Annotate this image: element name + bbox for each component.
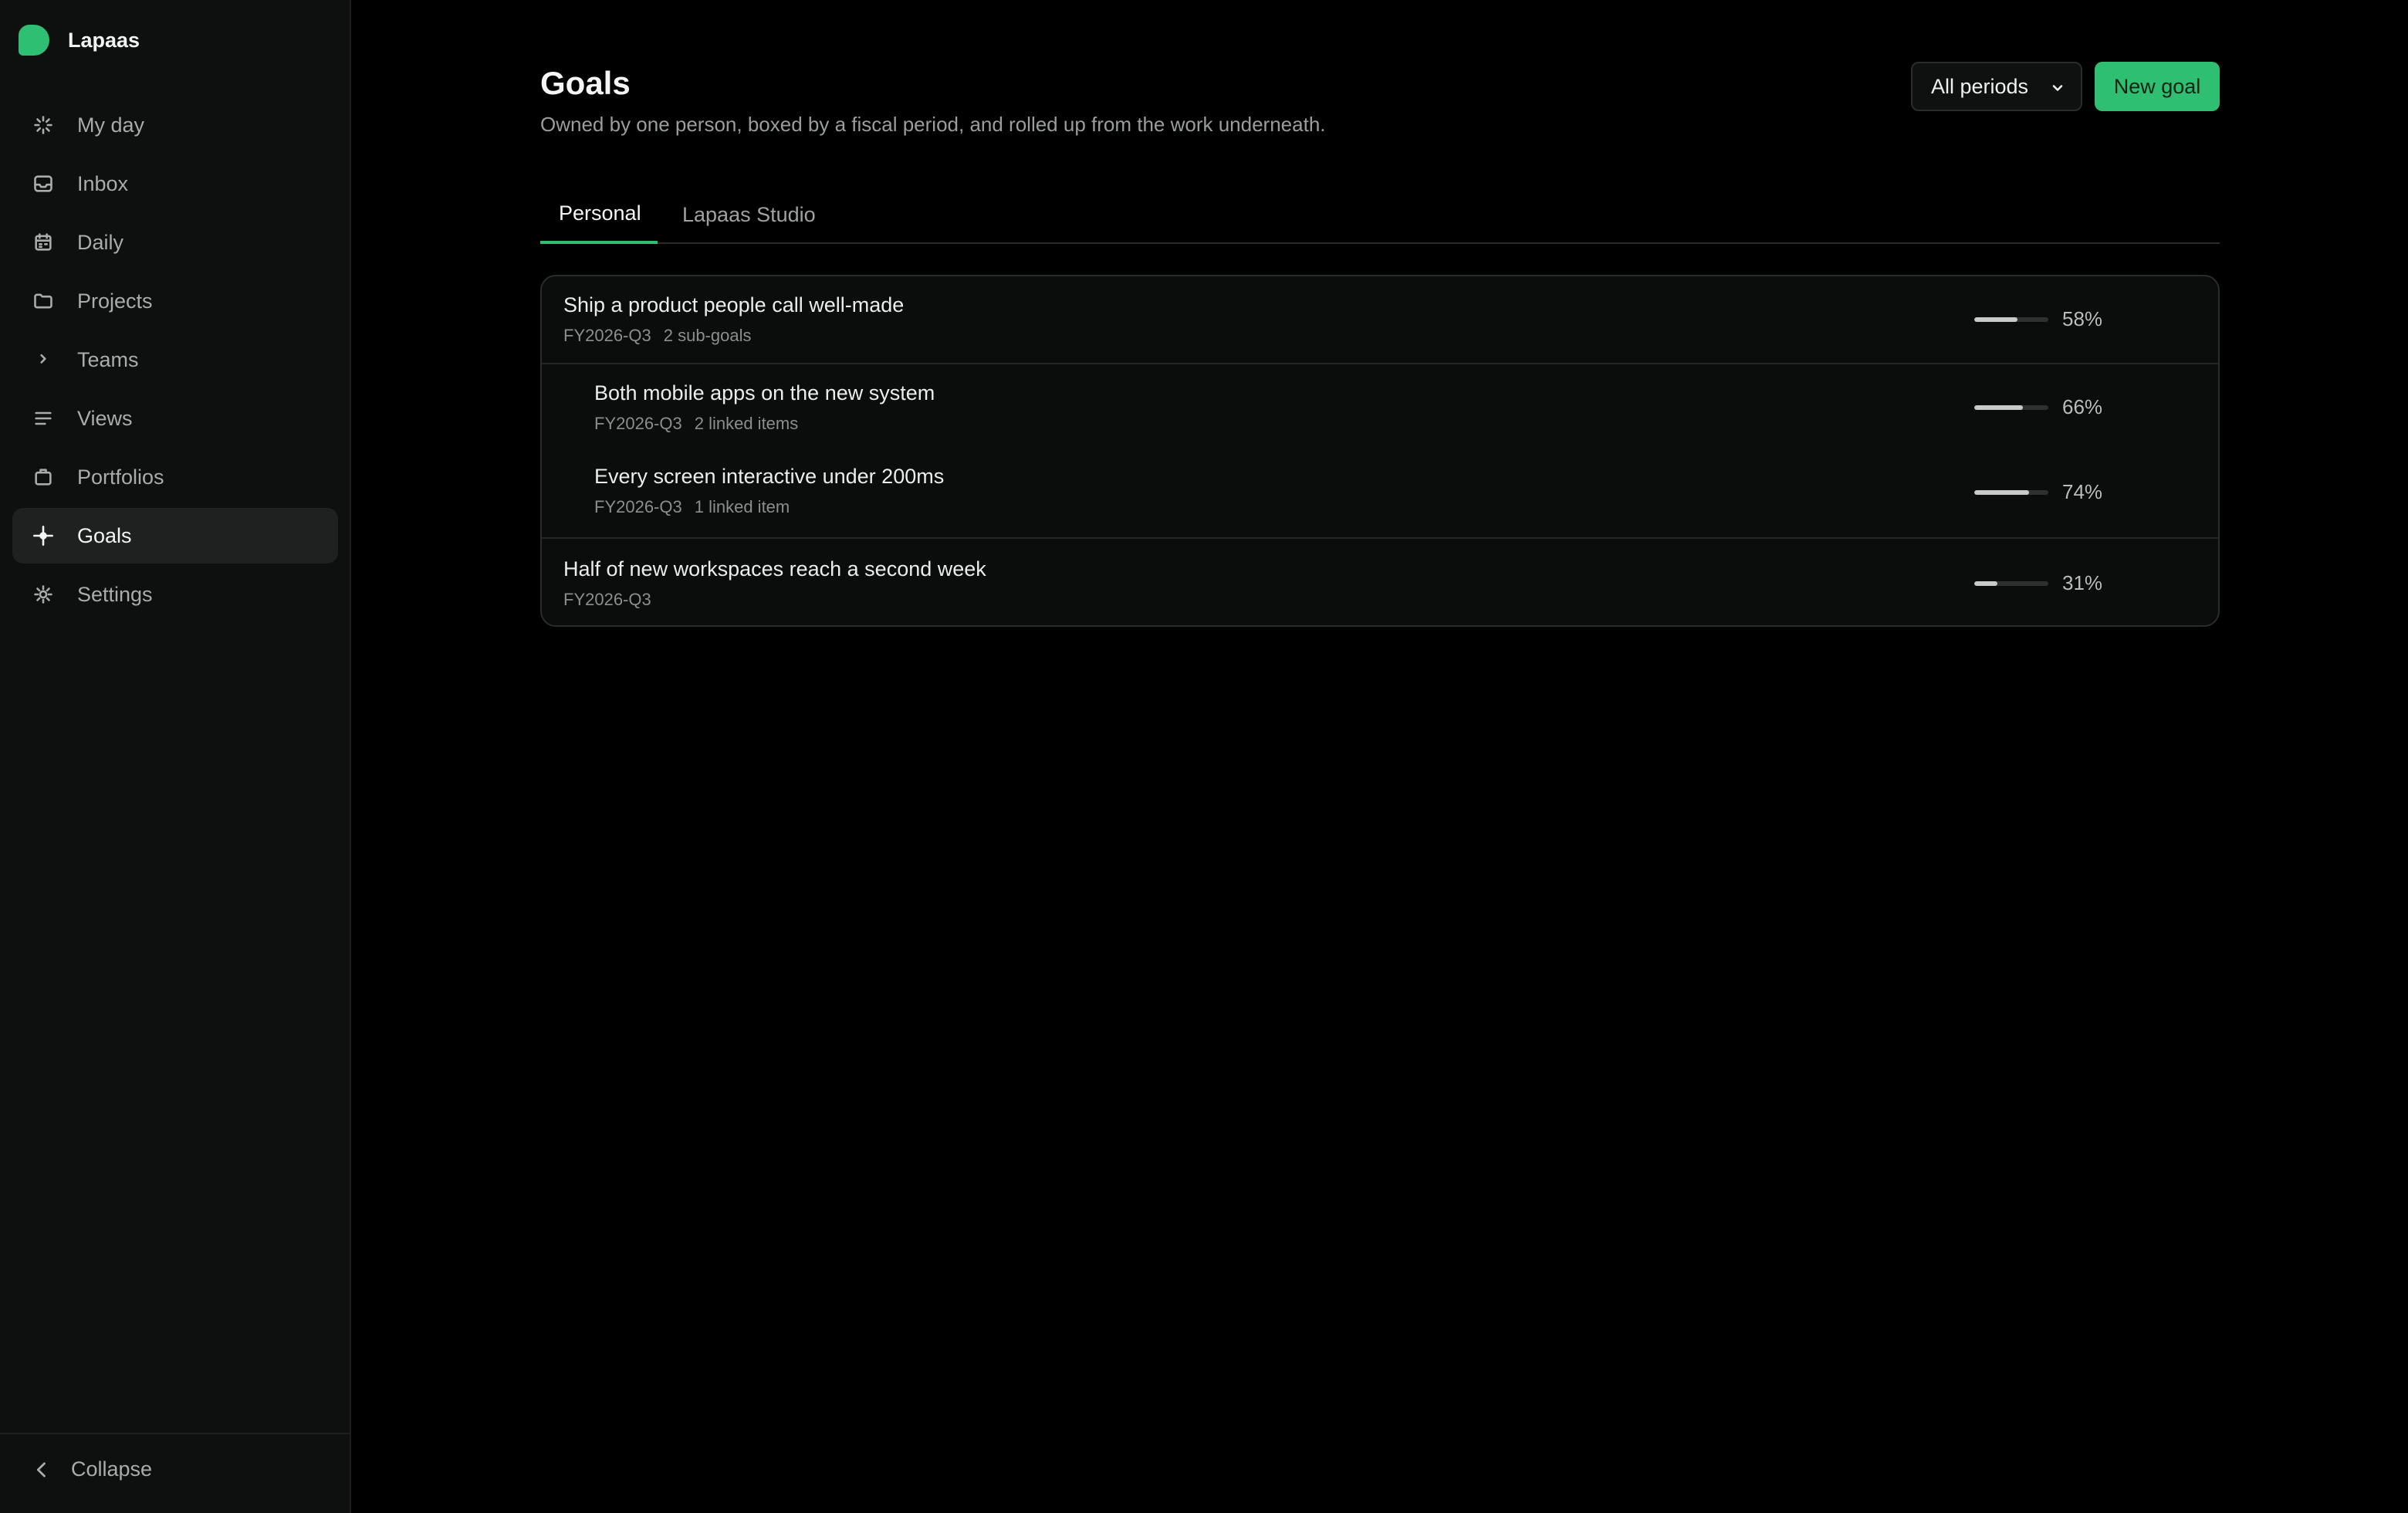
sidebar-item-label: Goals [77, 523, 132, 547]
sidebar-item-label: Daily [77, 230, 124, 254]
progress-bar [1974, 490, 2048, 495]
sparkle-icon [31, 113, 56, 137]
chevron-right-icon [31, 347, 56, 372]
progress-percent: 74% [2062, 480, 2103, 503]
gear-icon [31, 582, 56, 607]
goal-row[interactable]: Ship a product people call well-made FY2… [542, 276, 2218, 363]
sidebar-item-daily[interactable]: Daily [12, 215, 338, 270]
progress-fill [1974, 317, 2017, 322]
sidebar-item-settings[interactable]: Settings [12, 567, 338, 622]
sidebar-item-label: Settings [77, 582, 153, 606]
workspace-brand[interactable]: Lapaas [19, 25, 140, 56]
sidebar-item-label: Projects [77, 289, 153, 313]
sidebar-nav: My day Inbox Daily Projects Teams Views … [12, 97, 338, 625]
target-icon [31, 523, 56, 548]
tab-lapaas-studio[interactable]: Lapaas Studio [664, 185, 834, 244]
inbox-icon [31, 171, 56, 196]
goals-list: Ship a product people call well-made FY2… [540, 275, 2220, 627]
progress-percent: 66% [2062, 395, 2103, 418]
goal-detail: 2 sub-goals [663, 326, 752, 345]
list-icon [31, 406, 56, 431]
progress-bar [1974, 317, 2048, 322]
collapse-label: Collapse [71, 1457, 153, 1481]
goal-detail: 1 linked item [694, 497, 790, 516]
sidebar-footer: Collapse [0, 1433, 350, 1513]
progress-percent: 58% [2062, 307, 2103, 330]
calendar-icon [31, 230, 56, 255]
sidebar-item-label: Inbox [77, 171, 129, 195]
sidebar-item-goals[interactable]: Goals [12, 508, 338, 564]
sidebar-item-portfolios[interactable]: Portfolios [12, 449, 338, 505]
goal-detail: 2 linked items [694, 414, 799, 433]
folder-icon [31, 289, 56, 313]
sidebar-item-label: My day [77, 113, 145, 137]
goal-title: Both mobile apps on the new system [594, 381, 935, 404]
progress-bar [1974, 405, 2048, 410]
goal-title: Ship a product people call well-made [563, 293, 905, 316]
progress-fill [1974, 581, 1997, 586]
goal-tabs: Personal Lapaas Studio [540, 185, 2220, 244]
progress-fill [1974, 490, 2030, 495]
period-filter-value: All periods [1931, 74, 2029, 98]
sidebar-item-my-day[interactable]: My day [12, 97, 338, 153]
sidebar-item-label: Teams [77, 347, 139, 371]
sidebar-item-label: Portfolios [77, 465, 164, 489]
workspace-name: Lapaas [68, 28, 140, 52]
goal-title: Every screen interactive under 200ms [594, 465, 945, 488]
goal-period: FY2026-Q3 [563, 590, 651, 609]
collapse-sidebar-button[interactable]: Collapse [31, 1457, 152, 1481]
period-filter-select[interactable]: All periods [1911, 62, 2082, 111]
sidebar-item-teams[interactable]: Teams [12, 332, 338, 388]
goal-row[interactable]: Half of new workspaces reach a second we… [542, 537, 2218, 625]
sidebar-item-views[interactable]: Views [12, 391, 338, 446]
goal-meta: FY2026-Q3 [563, 590, 651, 610]
sidebar-item-label: Views [77, 406, 133, 430]
sidebar-item-inbox[interactable]: Inbox [12, 156, 338, 212]
page-subtitle: Owned by one person, boxed by a fiscal p… [540, 113, 1326, 136]
page-title: Goals [540, 65, 631, 101]
sidebar: Lapaas My day Inbox Daily Projects Teams… [0, 0, 351, 1513]
goal-period: FY2026-Q3 [594, 497, 682, 516]
chevron-down-icon [2052, 85, 2063, 91]
goal-meta: FY2026-Q3 1 linked item [594, 497, 790, 517]
briefcase-icon [31, 465, 56, 489]
new-goal-button[interactable]: New goal [2095, 62, 2220, 111]
goal-period: FY2026-Q3 [594, 414, 682, 433]
progress-percent: 31% [2062, 571, 2103, 594]
sidebar-item-projects[interactable]: Projects [12, 273, 338, 329]
sub-goal-row[interactable]: Both mobile apps on the new system FY202… [542, 363, 2218, 451]
goal-title: Half of new workspaces reach a second we… [563, 557, 986, 580]
goal-period: FY2026-Q3 [563, 326, 651, 345]
tab-personal[interactable]: Personal [540, 185, 658, 244]
sub-goal-row[interactable]: Every screen interactive under 200ms FY2… [542, 451, 2218, 537]
goal-meta: FY2026-Q3 2 linked items [594, 414, 798, 434]
app-logo-icon [19, 25, 49, 56]
progress-bar [1974, 581, 2048, 586]
progress-fill [1974, 405, 2024, 410]
goal-meta: FY2026-Q3 2 sub-goals [563, 326, 751, 346]
chevron-left-icon [36, 1461, 46, 1477]
